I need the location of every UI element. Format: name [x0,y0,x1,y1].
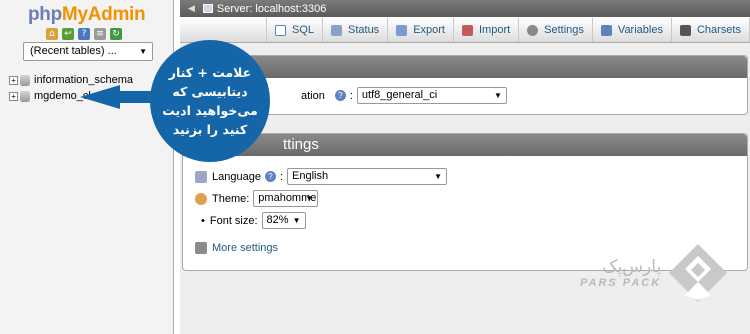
collation-row: ation ? : utf8_general_ci ▼ [301,87,507,104]
tab-label: Settings [544,24,584,36]
tab-sql[interactable]: SQL [267,18,323,42]
theme-select[interactable]: pmahomme ▼ [253,190,319,207]
recent-tables-select[interactable]: (Recent tables) ... ▼ [23,42,153,61]
font-size-value: 82% [266,214,289,226]
navigation-icons: ⌂ ↩ ? ≡ ↻ [46,28,122,40]
expand-icon[interactable]: + [9,91,18,101]
server-icon [202,4,213,13]
tab-import[interactable]: Import [454,18,520,42]
watermark-en: PARS PACK [580,277,662,289]
phpmyadmin-logo[interactable]: phpMyAdmin [28,4,146,26]
language-value: English [292,170,329,182]
theme-row: Theme: pmahomme ▼ [195,190,319,207]
language-row: Language ? : English ▼ [195,168,448,185]
variables-icon [600,24,612,36]
logo-myadmin: MyAdmin [61,4,146,25]
parspack-logo-icon [669,244,728,302]
font-size-row: • Font size: 82% ▼ [201,212,306,229]
collapse-arrow-icon[interactable]: ◀ [188,3,195,14]
chevron-down-icon: ▼ [494,91,502,100]
import-icon [461,24,473,36]
collation-value: utf8_general_ci [361,89,438,101]
parspack-watermark: پارس‌پک PARS PACK [580,242,729,304]
language-icon [195,170,207,183]
chevron-down-icon: ▼ [434,172,443,181]
tab-settings[interactable]: Settings [519,18,593,42]
panel-title: ttings [183,134,747,156]
callout-bubble: علامت + کنار دیتابیسی که می‌خواهید ادیت … [150,40,270,162]
logo-php: php [28,4,62,25]
docs-icon[interactable]: ≡ [94,28,106,40]
server-breadcrumb[interactable]: Server: localhost:3306 [217,3,326,15]
language-select[interactable]: English ▼ [287,168,448,185]
tab-label: Charsets [696,24,741,36]
database-icon [20,90,30,102]
callout-text: علامت + کنار دیتابیسی که می‌خواهید ادیت … [162,65,258,137]
wrench-icon [195,242,207,254]
server-breadcrumb-bar: ◀ Server: localhost:3306 [180,0,750,17]
font-size-label: Font size: [209,214,258,227]
status-icon [331,24,342,36]
database-icon [20,74,30,86]
tab-variables[interactable]: Variables [593,18,672,42]
help-icon[interactable]: ? [334,90,346,101]
callout-arrow-icon [80,85,120,109]
theme-label: Theme: [212,192,250,205]
charsets-icon [679,24,691,36]
help-icon[interactable]: ? [264,171,276,182]
language-label: Language [212,170,261,183]
more-settings-row: More settings [195,242,278,254]
navigation-panel: phpMyAdmin ⌂ ↩ ? ≡ ↻ (Recent tables) ...… [0,0,174,334]
recent-tables-value: (Recent tables) ... [30,45,117,57]
wrench-icon [527,24,539,36]
chevron-down-icon: ▼ [292,216,301,225]
tab-label: Variables [617,24,663,36]
tab-label: Import [478,24,511,36]
help-icon[interactable]: ? [78,28,90,40]
panel-header [183,56,747,78]
tab-export[interactable]: Export [388,18,454,42]
chevron-down-icon: ▼ [305,194,314,203]
more-settings-link[interactable]: More settings [212,242,278,254]
collation-select[interactable]: utf8_general_ci ▼ [356,87,507,104]
home-icon[interactable]: ⌂ [46,28,58,40]
exit-icon[interactable]: ↩ [62,28,74,40]
palette-icon [195,192,207,205]
expand-icon[interactable]: + [9,75,18,85]
tab-status[interactable]: Status [323,18,389,42]
sql-icon [274,24,286,36]
tab-label: Status [348,24,380,36]
tab-label: SQL [291,24,314,36]
tab-label: Export [413,24,445,36]
tab-databases[interactable] [180,18,267,42]
chevron-down-icon: ▼ [139,47,147,56]
watermark-text: پارس‌پک PARS PACK [580,257,661,289]
collation-label: ation [301,89,325,102]
font-size-select[interactable]: 82% ▼ [261,212,306,229]
tab-charsets[interactable]: Charsets [672,18,750,42]
reload-icon[interactable]: ↻ [110,28,122,40]
bullet-icon: • [201,214,205,227]
watermark-fa: پارس‌پک [602,257,662,277]
tab-bar: SQL Status Export Import Settings Variab… [180,18,750,43]
export-icon [396,24,408,36]
